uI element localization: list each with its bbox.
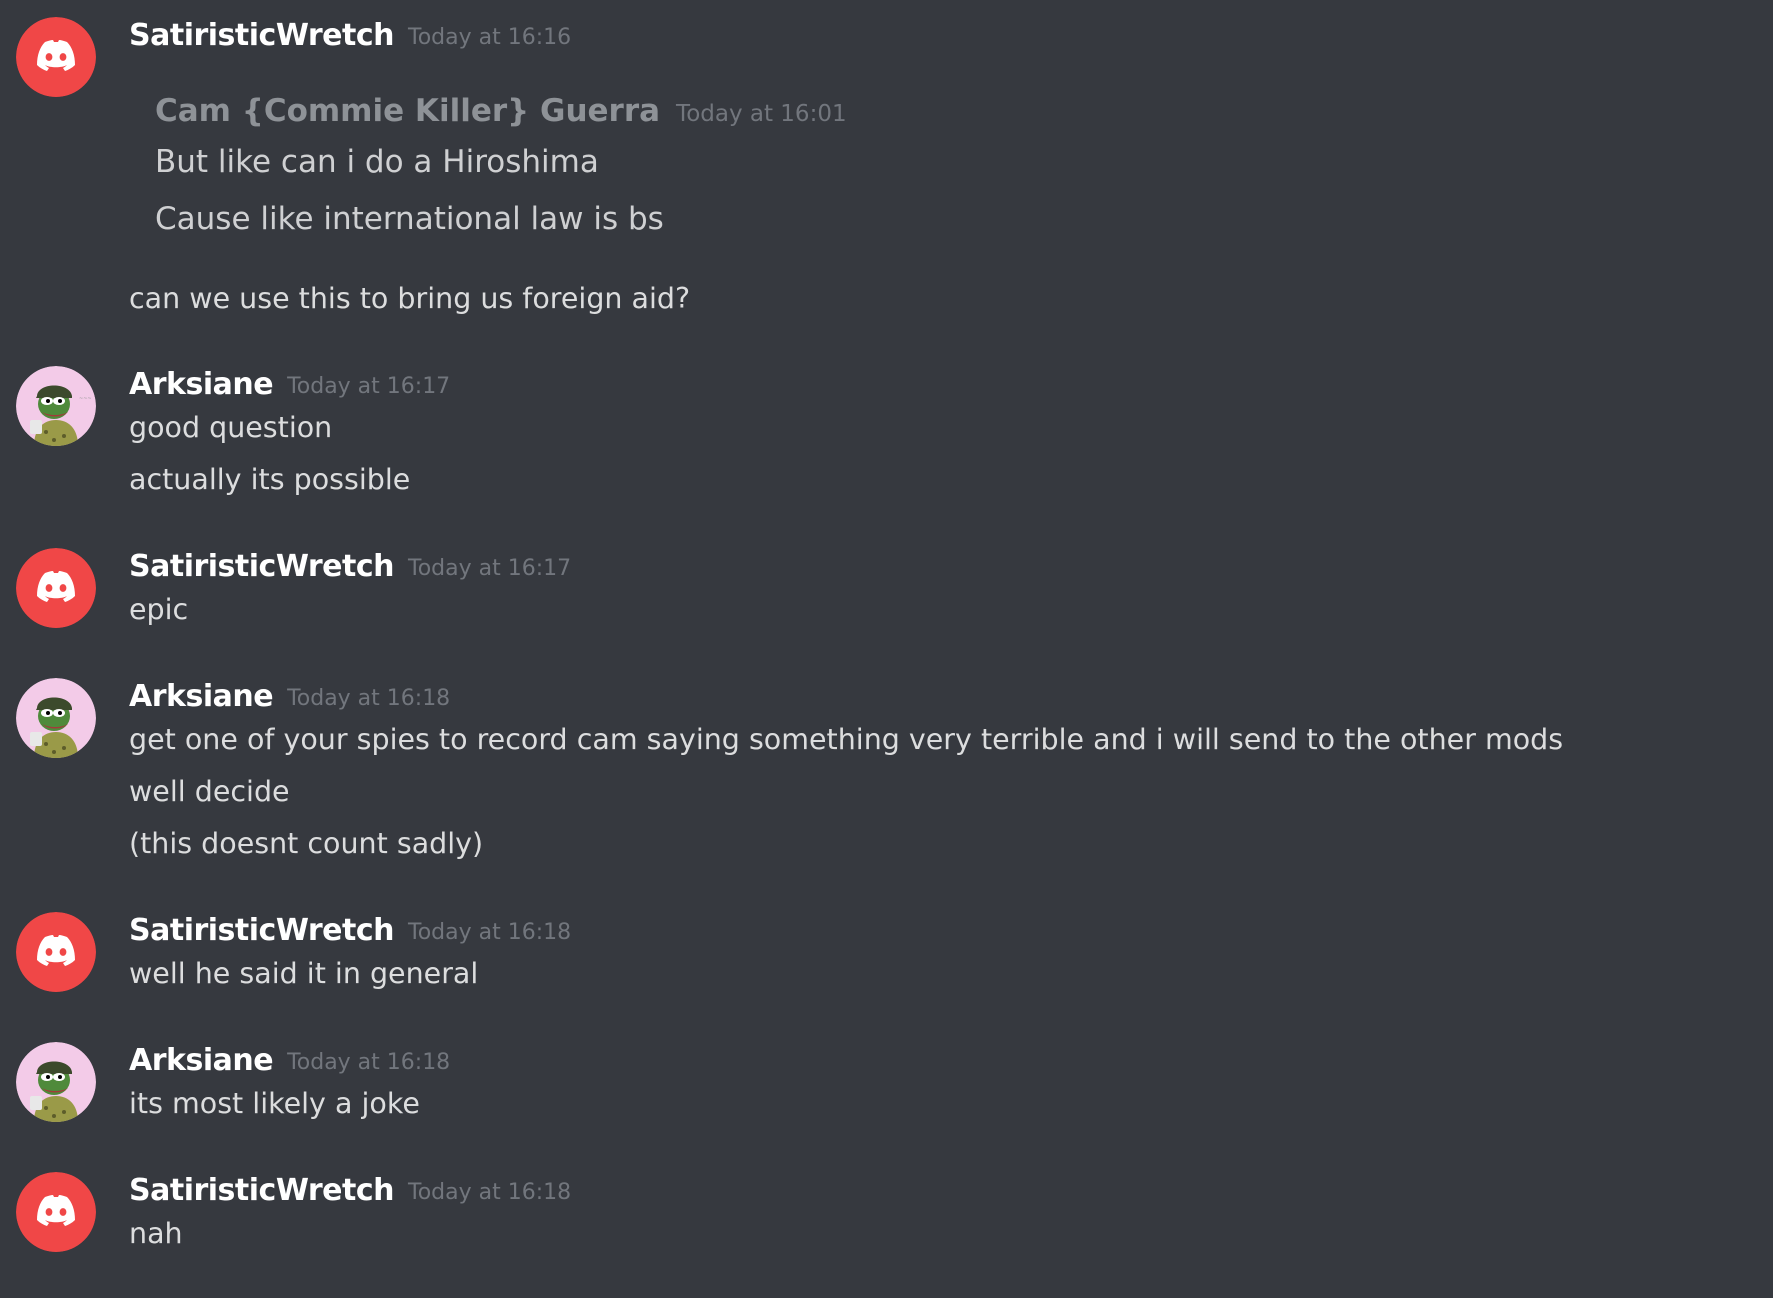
username[interactable]: Arksiane: [129, 367, 274, 402]
timestamp: Today at 16:18: [287, 686, 451, 711]
pepe-soldier-avatar-icon[interactable]: ~~~: [16, 366, 96, 446]
message-text: can we use this to bring us foreign aid?: [129, 282, 691, 315]
message-header: Arksiane Today at 16:18: [129, 1041, 450, 1081]
message-text: actually its possible: [129, 463, 411, 496]
message-header: SatiristicWretch Today at 16:17: [129, 547, 571, 587]
message-text: epic: [129, 593, 189, 626]
chat-messages: SatiristicWretch Today at 16:16 Cam {Comm…: [0, 0, 1773, 1298]
username[interactable]: SatiristicWretch: [129, 18, 395, 53]
username[interactable]: Arksiane: [129, 679, 274, 714]
message-text: its most likely a joke: [129, 1087, 420, 1120]
message-text: well decide: [129, 775, 290, 808]
username[interactable]: SatiristicWretch: [129, 1173, 395, 1208]
quoted-timestamp: Today at 16:01: [676, 101, 847, 127]
message-text: well he said it in general: [129, 957, 479, 990]
timestamp: Today at 16:16: [408, 25, 572, 50]
timestamp: Today at 16:18: [408, 920, 572, 945]
message-text: nah: [129, 1217, 183, 1250]
message-header: Arksiane Today at 16:17: [129, 365, 450, 405]
message-header: SatiristicWretch Today at 16:18: [129, 1171, 571, 1211]
timestamp: Today at 16:17: [408, 556, 572, 581]
svg-text:~~~: ~~~: [79, 396, 92, 402]
quoted-message-header: Cam {Commie Killer} Guerra Today at 16:01: [155, 93, 847, 129]
username[interactable]: Arksiane: [129, 1043, 274, 1078]
quoted-message-text: Cause like international law is bs: [155, 201, 664, 237]
message-text: good question: [129, 411, 333, 444]
pepe-soldier-avatar-icon[interactable]: [16, 678, 96, 758]
message-header: Arksiane Today at 16:18: [129, 677, 450, 717]
message-header: SatiristicWretch Today at 16:18: [129, 911, 571, 951]
message-header: SatiristicWretch Today at 16:16: [129, 16, 571, 56]
message-text: (this doesnt count sadly): [129, 827, 484, 860]
discord-logo-icon[interactable]: [16, 17, 96, 97]
discord-logo-icon[interactable]: [16, 1172, 96, 1252]
discord-logo-icon[interactable]: [16, 548, 96, 628]
discord-logo-icon[interactable]: [16, 912, 96, 992]
timestamp: Today at 16:18: [287, 1050, 451, 1075]
username[interactable]: SatiristicWretch: [129, 913, 395, 948]
timestamp: Today at 16:17: [287, 374, 451, 399]
pepe-soldier-avatar-icon[interactable]: [16, 1042, 96, 1122]
timestamp: Today at 16:18: [408, 1180, 572, 1205]
username[interactable]: SatiristicWretch: [129, 549, 395, 584]
quoted-author[interactable]: Cam {Commie Killer} Guerra: [155, 93, 660, 129]
message-text: get one of your spies to record cam sayi…: [129, 723, 1564, 756]
quoted-message-text: But like can i do a Hiroshima: [155, 144, 599, 180]
